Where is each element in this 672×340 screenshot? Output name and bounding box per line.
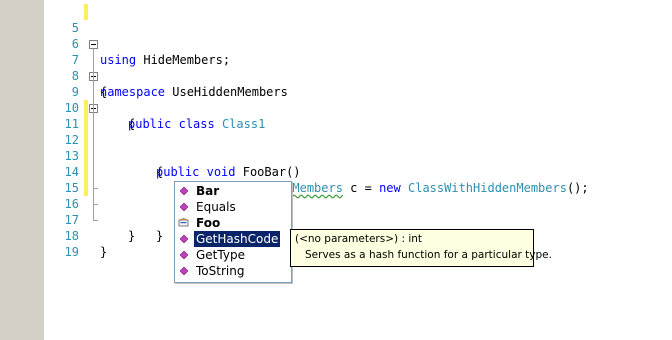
method-icon	[180, 203, 188, 211]
code-line: 5 using HideMembers;	[44, 4, 672, 67]
code-line: 8 {	[44, 52, 672, 99]
code-line: 9 public class Class1	[44, 68, 672, 131]
intellisense-item[interactable]: ToString	[175, 263, 291, 279]
code-line: 10 {	[44, 84, 672, 131]
intellisense-item[interactable]: GetType	[175, 247, 291, 263]
change-marker	[84, 164, 88, 180]
outline-guide	[93, 49, 94, 220]
line-number: 19	[64, 245, 79, 259]
code-line: 13 ClassWithHiddenMembers c = new ClassW…	[44, 132, 672, 195]
code-line: 16 }	[44, 180, 672, 243]
code-line: 14	[44, 148, 672, 179]
collapse-icon[interactable]	[89, 40, 98, 49]
outline-guide-end	[93, 204, 98, 205]
code-editor[interactable]: 5 using HideMembers; 6 7 namespace UseHi…	[44, 0, 672, 340]
tooltip-description: Serves as a hash function for a particul…	[305, 249, 552, 261]
method-icon	[180, 187, 188, 195]
intellisense-item[interactable]: Bar	[175, 183, 291, 199]
code-line: 12 {	[44, 116, 672, 179]
code-line: 17 }	[44, 196, 672, 243]
method-icon	[180, 251, 188, 259]
intellisense-item[interactable]: Foo	[175, 215, 291, 231]
change-marker	[84, 116, 88, 132]
property-icon	[178, 218, 189, 227]
tooltip-signature: (<no parameters>) : int	[295, 233, 423, 245]
outline-guide-end	[93, 220, 98, 221]
change-marker	[84, 100, 88, 116]
outline-guide-end	[93, 188, 98, 189]
method-icon	[180, 235, 188, 243]
code-line: 7 namespace UseHiddenMembers	[44, 36, 672, 99]
code-line: 18 }	[44, 212, 672, 259]
method-icon	[180, 267, 188, 275]
change-marker	[84, 132, 88, 148]
code-line: 6	[44, 20, 672, 51]
change-marker	[84, 4, 88, 20]
change-marker	[84, 180, 88, 196]
code-text: }	[100, 245, 108, 259]
code-line: 11 public void FooBar()	[44, 100, 672, 179]
intellisense-item-selected[interactable]: GetHashCode	[175, 230, 291, 248]
intellisense-list[interactable]: Bar Equals Foo GetHashCode GetType ToStr…	[174, 181, 292, 283]
quick-info-tooltip: (<no parameters>) : int Serves as a hash…	[290, 229, 552, 267]
intellisense-item[interactable]: Equals	[175, 199, 291, 215]
code-line: 15 c.	[44, 164, 672, 227]
change-marker	[84, 148, 88, 164]
left-margin-strip	[0, 0, 44, 340]
